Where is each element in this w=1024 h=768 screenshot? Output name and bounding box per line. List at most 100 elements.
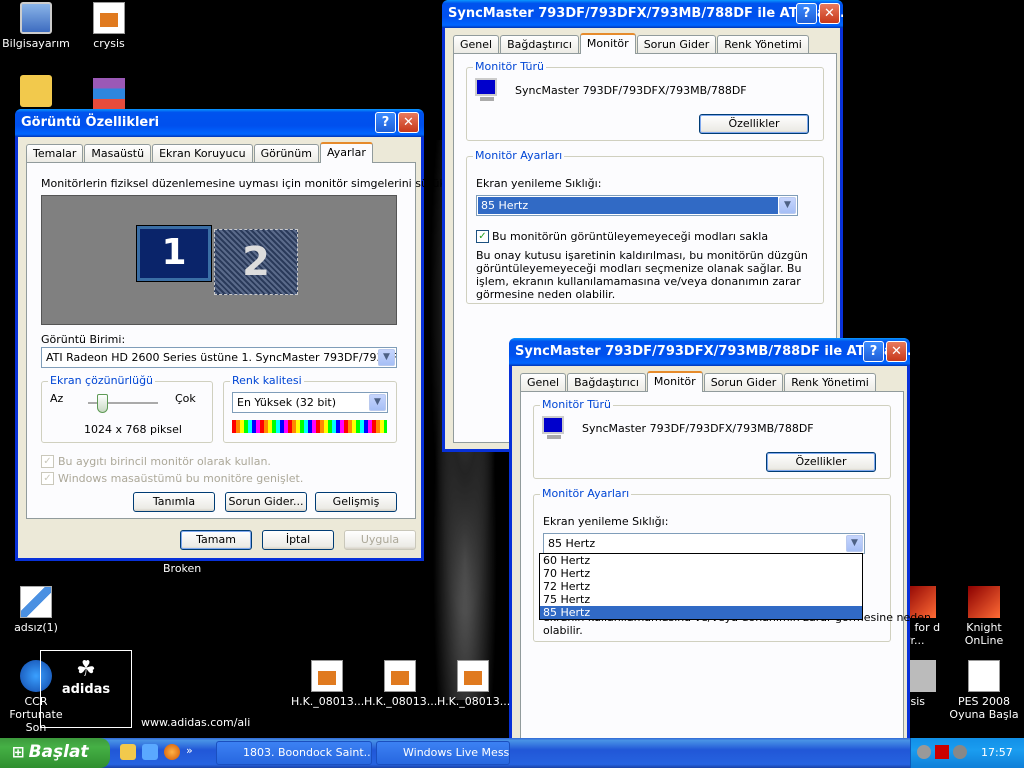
- chevron-down-icon[interactable]: ▼: [378, 349, 395, 366]
- desktop-icon-hk-3[interactable]: H.K._08013...: [437, 660, 510, 708]
- resolution-slider-thumb[interactable]: [97, 394, 108, 413]
- cancel-button[interactable]: İptal: [262, 530, 334, 550]
- resolution-value: 1024 x 768 piksel: [84, 423, 182, 436]
- refresh-option-75[interactable]: 75 Hertz: [540, 593, 862, 606]
- quick-launch: »: [120, 744, 193, 760]
- tab-general[interactable]: Genel: [520, 373, 567, 391]
- properties-button[interactable]: Özellikler: [766, 452, 876, 472]
- taskbar-item-boondock[interactable]: 1803. Boondock Saint...: [216, 741, 372, 765]
- refresh-label: Ekran yenileme Sıklığı:: [543, 515, 669, 528]
- folder-icon: [20, 75, 52, 107]
- tab-desktop[interactable]: Masaüstü: [84, 144, 152, 162]
- desktop-icon-adsiz[interactable]: adsız(1): [0, 586, 72, 634]
- firefox-icon[interactable]: [164, 744, 180, 760]
- chevron-right-icon[interactable]: »: [186, 744, 193, 760]
- monitor-name: SyncMaster 793DF/793DFX/793MB/788DF: [582, 422, 814, 435]
- tab-monitor[interactable]: Monitör: [646, 371, 703, 392]
- monitor-properties-titlebar-front[interactable]: SyncMaster 793DF/793DFX/793MB/788DF ile …: [509, 338, 910, 366]
- tab-adapter[interactable]: Bağdaştırıcı: [500, 35, 579, 53]
- refresh-option-72[interactable]: 72 Hertz: [540, 580, 862, 593]
- clock[interactable]: 17:57: [981, 746, 1013, 759]
- display-select[interactable]: ATI Radeon HD 2600 Series üstüne 1. Sync…: [41, 347, 397, 368]
- display-tabs: Temalar Masaüstü Ekran Koruyucu Görünüm …: [26, 142, 374, 163]
- chevron-down-icon[interactable]: ▼: [779, 197, 796, 214]
- color-quality-select[interactable]: En Yüksek (32 bit) ▼: [232, 392, 388, 413]
- close-button[interactable]: ✕: [886, 341, 907, 362]
- monitor-2[interactable]: 2: [214, 229, 298, 295]
- desktop-icon-pes[interactable]: PES 2008 Oyuna Başla: [948, 660, 1020, 721]
- hide-modes-checkbox[interactable]: ✓: [476, 230, 489, 243]
- start-button[interactable]: ⊞ Başlat: [0, 738, 110, 768]
- document-icon: [384, 660, 416, 692]
- identify-button[interactable]: Tanımla: [133, 492, 215, 512]
- primary-monitor-checkbox[interactable]: ✓: [41, 455, 54, 468]
- refresh-option-60[interactable]: 60 Hertz: [540, 554, 862, 567]
- taskbar-item-messenger[interactable]: Windows Live Messen: [376, 741, 510, 765]
- refresh-select-open[interactable]: 85 Hertz ▼: [543, 533, 865, 554]
- refresh-option-85[interactable]: 85 Hertz: [540, 606, 862, 619]
- instruction-text: Monitörlerin fiziksel düzenlemesine uyma…: [41, 177, 476, 190]
- tab-themes[interactable]: Temalar: [26, 144, 84, 162]
- monitor-1[interactable]: 1: [136, 225, 212, 282]
- resolution-group: Ekran çözünürlüğü Az Çok 1024 x 768 piks…: [41, 374, 213, 443]
- monitor-properties-titlebar[interactable]: SyncMaster 793DF/793DFX/793MB/788DF ile …: [442, 0, 843, 28]
- document-icon: [457, 660, 489, 692]
- monitor-tabs-front: Genel Bağdaştırıcı Monitör Sorun Gider R…: [520, 371, 877, 392]
- monitor-name: SyncMaster 793DF/793DFX/793MB/788DF: [515, 84, 747, 97]
- tab-monitor[interactable]: Monitör: [579, 33, 636, 54]
- display-label: Görüntü Birimi:: [41, 333, 126, 346]
- display-properties-titlebar[interactable]: Görüntü Özellikleri: [15, 109, 424, 137]
- chevron-down-icon[interactable]: ▼: [846, 535, 863, 552]
- system-tray: 17:57: [910, 738, 1024, 768]
- tab-general[interactable]: Genel: [453, 35, 500, 53]
- desktop-icon-hk-1[interactable]: H.K._08013...: [291, 660, 364, 708]
- monitor-type-group: Monitör Türü SyncMaster 793DF/793DFX/793…: [466, 60, 824, 141]
- ok-button[interactable]: Tamam: [180, 530, 252, 550]
- desktop-icon-partial-2[interactable]: ysis: [904, 660, 944, 708]
- windows-logo-icon: ⊞: [12, 743, 25, 761]
- apply-button[interactable]: Uygula: [344, 530, 416, 550]
- help-button[interactable]: ?: [375, 112, 396, 133]
- close-button[interactable]: ✕: [819, 3, 840, 24]
- desktop-icon-label-broken[interactable]: Broken: [163, 562, 201, 575]
- desktop-icon-folder[interactable]: [0, 75, 72, 110]
- desktop-icon-crysis[interactable]: crysis: [73, 2, 145, 50]
- tray-icon-1[interactable]: [917, 745, 931, 759]
- primary-monitor-label: Bu aygıtı birincil monitör olarak kullan…: [58, 455, 271, 468]
- adidas-logo: ☘ adidas: [40, 650, 132, 728]
- taskbar: ⊞ Başlat » 1803. Boondock Saint... Window…: [0, 738, 1024, 768]
- tab-troubleshoot[interactable]: Sorun Gider: [636, 35, 717, 53]
- tray-icon-2[interactable]: [935, 745, 949, 759]
- quicklaunch-icon-2[interactable]: [142, 744, 158, 760]
- desktop-icon-knight-online[interactable]: Knight OnLine: [948, 586, 1020, 647]
- archive-icon: [93, 78, 125, 110]
- properties-button[interactable]: Özellikler: [699, 114, 809, 134]
- chevron-down-icon[interactable]: ▼: [369, 394, 386, 411]
- refresh-option-70[interactable]: 70 Hertz: [540, 567, 862, 580]
- refresh-dropdown-list: 60 Hertz 70 Hertz 72 Hertz 75 Hertz 85 H…: [539, 553, 863, 620]
- wallpaper-url: www.adidas.com/ali: [141, 716, 251, 729]
- tab-settings[interactable]: Ayarlar: [319, 142, 373, 163]
- tab-screensaver[interactable]: Ekran Koruyucu: [152, 144, 253, 162]
- tab-appearance[interactable]: Görünüm: [253, 144, 319, 162]
- desktop-icon-hk-2[interactable]: H.K._08013...: [364, 660, 437, 708]
- tab-adapter[interactable]: Bağdaştırıcı: [567, 373, 646, 391]
- help-button[interactable]: ?: [796, 3, 817, 24]
- tab-color-management[interactable]: Renk Yönetimi: [784, 373, 876, 391]
- extend-desktop-checkbox[interactable]: ✓: [41, 472, 54, 485]
- tray-icon-3[interactable]: [953, 745, 967, 759]
- tab-color-management[interactable]: Renk Yönetimi: [717, 35, 809, 53]
- tab-troubleshoot[interactable]: Sorun Gider: [703, 373, 784, 391]
- advanced-button[interactable]: Gelişmiş: [315, 492, 397, 512]
- refresh-label: Ekran yenileme Sıklığı:: [476, 177, 602, 190]
- hide-modes-label: Bu monitörün görüntüleyemeyeceği modları…: [492, 230, 769, 243]
- quicklaunch-icon-1[interactable]: [120, 744, 136, 760]
- help-button[interactable]: ?: [863, 341, 884, 362]
- desktop-icon-archive[interactable]: [73, 78, 145, 113]
- refresh-select[interactable]: 85 Hertz ▼: [476, 195, 798, 216]
- close-button[interactable]: ✕: [398, 112, 419, 133]
- extend-desktop-label: Windows masaüstümü bu monitöre genişlet.: [58, 472, 304, 485]
- res-high-label: Çok: [175, 392, 196, 405]
- desktop-icon-computer[interactable]: Bilgisayarım: [0, 2, 72, 50]
- troubleshoot-button[interactable]: Sorun Gider...: [225, 492, 307, 512]
